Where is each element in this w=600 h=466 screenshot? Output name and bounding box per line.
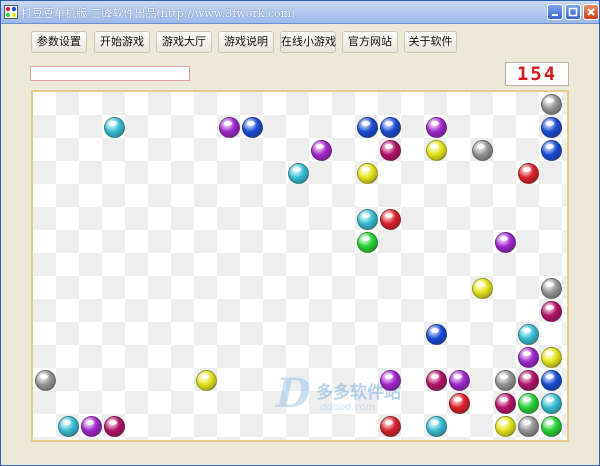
ball-yellow[interactable] (495, 416, 516, 437)
start-game-button[interactable]: 开始游戏 (94, 31, 150, 53)
ball-gray[interactable] (495, 370, 516, 391)
ball-purple[interactable] (495, 232, 516, 253)
ball-magenta[interactable] (495, 393, 516, 414)
ball-gray[interactable] (472, 140, 493, 161)
ball-magenta[interactable] (518, 370, 539, 391)
game-help-button[interactable]: 游戏说明 (218, 31, 274, 53)
ball-magenta[interactable] (104, 416, 125, 437)
ball-cyan[interactable] (541, 393, 562, 414)
ball-gray[interactable] (518, 416, 539, 437)
official-site-button[interactable]: 官方网站 (342, 31, 398, 53)
ball-red[interactable] (449, 393, 470, 414)
ball-blue[interactable] (541, 117, 562, 138)
ball-purple[interactable] (426, 117, 447, 138)
ball-cyan[interactable] (518, 324, 539, 345)
about-button[interactable]: 关于软件 (404, 31, 457, 53)
ball-cyan[interactable] (357, 209, 378, 230)
window-title: 打豆豆单机版 三峰软件出品(http://www.3fwork.com) (21, 7, 296, 20)
ball-red[interactable] (380, 416, 401, 437)
ball-cyan[interactable] (426, 416, 447, 437)
ball-gray[interactable] (35, 370, 56, 391)
close-icon (587, 8, 595, 16)
ball-yellow[interactable] (472, 278, 493, 299)
watermark-subtext: ddooo.com (320, 402, 376, 413)
maximize-button[interactable] (565, 4, 581, 20)
ball-gray[interactable] (541, 94, 562, 115)
ball-blue[interactable] (357, 117, 378, 138)
ball-blue[interactable] (541, 140, 562, 161)
ball-purple[interactable] (81, 416, 102, 437)
ball-purple[interactable] (449, 370, 470, 391)
ball-purple[interactable] (518, 347, 539, 368)
game-window: 打豆豆单机版 三峰软件出品(http://www.3fwork.com) 参数设… (0, 0, 600, 466)
maximize-icon (568, 7, 578, 17)
title-bar[interactable]: 打豆豆单机版 三峰软件出品(http://www.3fwork.com) (1, 1, 599, 24)
watermark-logo: D (276, 370, 311, 417)
score-display: 154 (505, 62, 569, 86)
ball-red[interactable] (518, 163, 539, 184)
ball-cyan[interactable] (104, 117, 125, 138)
ball-magenta[interactable] (426, 370, 447, 391)
minimize-button[interactable] (547, 4, 563, 20)
ball-cyan[interactable] (288, 163, 309, 184)
ball-green[interactable] (357, 232, 378, 253)
minimize-icon (552, 14, 558, 16)
close-button[interactable] (583, 4, 599, 20)
ball-blue[interactable] (426, 324, 447, 345)
game-lobby-button[interactable]: 游戏大厅 (156, 31, 212, 53)
game-board[interactable]: D 多多软件站 ddooo.com (31, 90, 569, 442)
ball-purple[interactable] (219, 117, 240, 138)
ball-purple[interactable] (380, 370, 401, 391)
ball-magenta[interactable] (380, 140, 401, 161)
status-field (30, 66, 190, 81)
ball-yellow[interactable] (541, 347, 562, 368)
ball-red[interactable] (380, 209, 401, 230)
ball-yellow[interactable] (196, 370, 217, 391)
ball-blue[interactable] (242, 117, 263, 138)
ball-gray[interactable] (541, 278, 562, 299)
ball-green[interactable] (518, 393, 539, 414)
app-icon (4, 5, 18, 19)
ball-blue[interactable] (380, 117, 401, 138)
watermark: D 多多软件站 ddooo.com (276, 372, 426, 422)
ball-cyan[interactable] (58, 416, 79, 437)
ball-purple[interactable] (311, 140, 332, 161)
ball-magenta[interactable] (541, 301, 562, 322)
online-games-button[interactable]: 在线小游戏 (280, 31, 336, 53)
ball-yellow[interactable] (357, 163, 378, 184)
ball-blue[interactable] (541, 370, 562, 391)
ball-yellow[interactable] (426, 140, 447, 161)
settings-button[interactable]: 参数设置 (31, 31, 87, 53)
ball-green[interactable] (541, 416, 562, 437)
